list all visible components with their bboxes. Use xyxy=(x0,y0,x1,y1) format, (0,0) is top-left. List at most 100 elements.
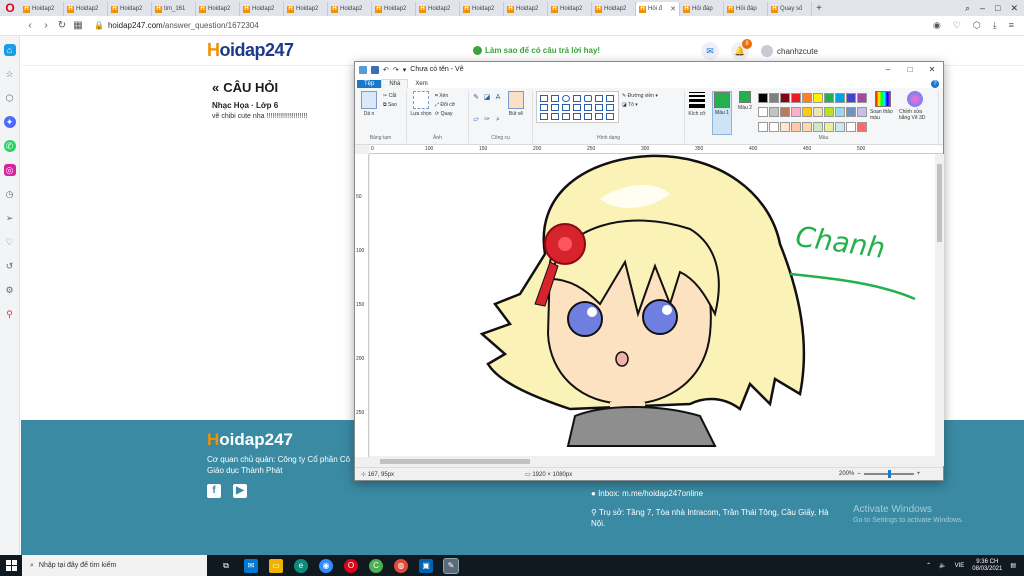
browser-tab[interactable]: H Hoidap2 xyxy=(284,2,328,16)
crop-button[interactable]: ⌗ Xén xyxy=(435,93,455,99)
shape-rect-icon[interactable] xyxy=(573,95,581,102)
palette-swatch[interactable] xyxy=(813,107,823,118)
settings-icon[interactable]: ⚙ xyxy=(4,284,16,296)
photos-icon[interactable]: ▣ xyxy=(419,558,433,573)
tab-close-icon[interactable]: ✕ xyxy=(670,5,676,13)
facebook-icon[interactable]: f xyxy=(207,484,221,498)
palette-swatch[interactable] xyxy=(846,93,856,103)
palette-swatch[interactable] xyxy=(824,93,834,103)
eraser-icon[interactable]: ▱ xyxy=(472,116,480,124)
send-icon[interactable]: ➢ xyxy=(4,212,16,224)
shape-triangle-icon[interactable] xyxy=(606,95,614,102)
browser-tab[interactable]: H Hoidap2 xyxy=(504,2,548,16)
tray-chevron-icon[interactable]: ⌃ xyxy=(926,562,931,569)
shape-line-icon[interactable] xyxy=(540,95,548,102)
browser-tab[interactable]: H Quay số xyxy=(768,2,812,16)
paint-close-icon[interactable]: ✕ xyxy=(921,65,943,74)
paint-minimize-icon[interactable]: – xyxy=(877,65,899,74)
palette-swatch[interactable] xyxy=(791,107,801,118)
tab-search-icon[interactable]: ⌕ xyxy=(965,3,970,14)
back-icon[interactable]: ‹ xyxy=(22,20,38,31)
shape-arrow-left-icon[interactable] xyxy=(595,104,603,111)
new-tab-button[interactable]: + xyxy=(812,3,826,14)
magnifier-icon[interactable]: ⌕ xyxy=(494,116,502,124)
shape-hexagon-icon[interactable] xyxy=(573,104,581,111)
palette-swatch[interactable] xyxy=(758,121,768,132)
browser-tab[interactable]: H Hoidap2 xyxy=(196,2,240,16)
palette-swatch[interactable] xyxy=(846,121,856,132)
volume-icon[interactable]: 🔈 xyxy=(939,562,946,569)
clock-icon[interactable]: ◷ xyxy=(4,188,16,200)
vertical-scroll-thumb[interactable] xyxy=(937,164,942,242)
browser-tab[interactable]: H Hỏi đ ✕ xyxy=(636,2,680,16)
forward-icon[interactable]: › xyxy=(38,20,54,31)
minimize-icon[interactable]: – xyxy=(980,3,985,14)
color1-button[interactable]: Màu 1 xyxy=(712,91,732,135)
palette-swatch[interactable] xyxy=(758,93,768,103)
paste-button[interactable]: Dá n xyxy=(358,91,380,135)
browser-tab[interactable]: H Hoidap2 xyxy=(328,2,372,16)
shape-lightning-icon[interactable] xyxy=(606,113,614,120)
chrome-icon[interactable]: ◍ xyxy=(394,558,408,573)
task-view-icon[interactable]: ⧉ xyxy=(219,559,233,573)
palette-swatch[interactable] xyxy=(824,121,834,132)
close-window-icon[interactable]: ✕ xyxy=(1010,3,1018,14)
horizontal-scroll-thumb[interactable] xyxy=(380,459,530,464)
shape-callout-icon[interactable] xyxy=(584,113,592,120)
select-button[interactable]: Lựa chọn xyxy=(410,91,432,135)
shape-polygon-icon[interactable] xyxy=(595,95,603,102)
footer-logo[interactable]: Hoidap247 xyxy=(207,430,293,450)
palette-swatch[interactable] xyxy=(813,121,823,132)
browser-tab[interactable]: Htim_161 xyxy=(152,2,196,16)
paint-taskbar-icon[interactable]: ✎ xyxy=(443,557,459,574)
color-picker-icon[interactable]: ✑ xyxy=(483,116,491,124)
brushes-button[interactable]: Bút vẽ xyxy=(505,91,527,135)
zoom-in-icon[interactable]: + xyxy=(917,471,921,477)
palette-swatch[interactable] xyxy=(780,121,790,132)
promo-link[interactable]: Làm sao để có câu trả lời hay! xyxy=(473,46,600,55)
outline-dropdown[interactable]: ✎ Đường viền ▾ xyxy=(622,93,658,99)
browser-tab[interactable]: H Hỏi đáp xyxy=(680,2,724,16)
palette-swatch[interactable] xyxy=(835,107,845,118)
tab-view[interactable]: Xem xyxy=(408,80,434,88)
paint-maximize-icon[interactable]: □ xyxy=(899,65,921,74)
shape-star6-icon[interactable] xyxy=(573,113,581,120)
pencil-icon[interactable]: ✎ xyxy=(472,94,480,102)
back-chevron-icon[interactable]: « xyxy=(212,80,219,95)
tab-home[interactable]: Nhà xyxy=(381,79,409,88)
zoom-out-icon[interactable]: – xyxy=(857,471,860,477)
download-icon[interactable]: ⤓ xyxy=(993,20,997,31)
start-button[interactable] xyxy=(0,555,22,576)
file-explorer-icon[interactable]: ▭ xyxy=(269,558,283,573)
browser-tab[interactable]: H Hỏi đáp xyxy=(724,2,768,16)
palette-swatch[interactable] xyxy=(857,107,867,118)
shape-arrow-up-icon[interactable] xyxy=(606,104,614,111)
edit-colors-button[interactable]: Soạn thảo màu xyxy=(870,91,896,135)
rotate-button[interactable]: ⟳ Quay xyxy=(435,111,455,117)
browser-tab[interactable]: H Hoidap2 xyxy=(240,2,284,16)
home-icon[interactable]: ⌂ xyxy=(3,44,16,56)
palette-swatch[interactable] xyxy=(758,107,768,118)
browser-tab[interactable]: H Hoidap2 xyxy=(108,2,152,16)
palette-swatch[interactable] xyxy=(813,93,823,103)
shape-star4-icon[interactable] xyxy=(551,113,559,120)
redo-icon[interactable]: ↷ xyxy=(393,66,399,74)
star-icon[interactable]: ☆ xyxy=(4,68,16,80)
shape-star5-icon[interactable] xyxy=(562,113,570,120)
shape-curve-icon[interactable] xyxy=(551,95,559,102)
shape-heart-icon[interactable] xyxy=(595,113,603,120)
shape-gallery[interactable] xyxy=(536,91,619,123)
palette-swatch[interactable] xyxy=(835,121,845,132)
edge-icon[interactable]: e xyxy=(294,558,308,573)
palette-swatch[interactable] xyxy=(769,93,779,103)
notifications-icon[interactable]: ▤ xyxy=(1010,562,1016,569)
horizontal-scrollbar[interactable] xyxy=(370,457,935,466)
palette-swatch[interactable] xyxy=(791,121,801,132)
browser-tab[interactable]: H Hoidap2 xyxy=(64,2,108,16)
shape-right-triangle-icon[interactable] xyxy=(540,104,548,111)
shape-diamond-icon[interactable] xyxy=(551,104,559,111)
maximize-icon[interactable]: □ xyxy=(995,3,1000,14)
mail-icon[interactable]: ✉ xyxy=(244,558,258,573)
shape-pentagon-icon[interactable] xyxy=(562,104,570,111)
size-button[interactable]: Kích cỡ xyxy=(688,91,706,135)
